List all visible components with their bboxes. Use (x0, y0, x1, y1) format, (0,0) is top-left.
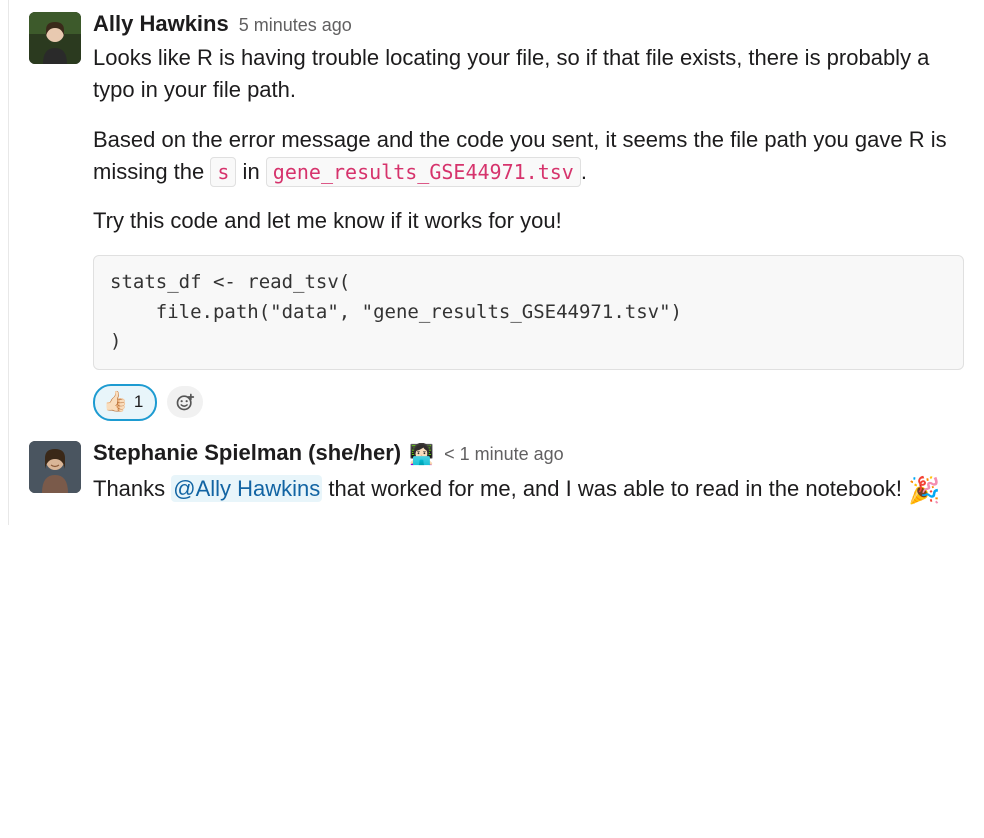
avatar[interactable] (29, 12, 81, 64)
user-mention[interactable]: @Ally Hawkins (171, 475, 322, 502)
text: . (581, 159, 587, 184)
avatar-image-icon (29, 12, 81, 64)
text: that worked for me, and I was able to re… (322, 476, 908, 501)
paragraph: Thanks @Ally Hawkins that worked for me,… (93, 472, 964, 510)
avatar[interactable] (29, 441, 81, 493)
party-popper-icon: 🎉 (908, 475, 940, 505)
add-emoji-icon (175, 392, 195, 412)
code-block: stats_df <- read_tsv( file.path("data", … (93, 255, 964, 369)
author-name[interactable]: Ally Hawkins (93, 8, 229, 40)
message-timestamp[interactable]: < 1 minute ago (444, 441, 564, 467)
message-header: Ally Hawkins 5 minutes ago (93, 8, 964, 40)
paragraph: Try this code and let me know if it work… (93, 205, 964, 237)
message-timestamp[interactable]: 5 minutes ago (239, 12, 352, 38)
message-text: Thanks @Ally Hawkins that worked for me,… (93, 472, 964, 510)
message-text: Looks like R is having trouble locating … (93, 42, 964, 421)
author-name[interactable]: Stephanie Spielman (she/her) 👩🏻‍💻 (93, 437, 434, 470)
inline-code: s (210, 157, 236, 187)
message-body: Ally Hawkins 5 minutes ago Looks like R … (93, 8, 964, 421)
message-header: Stephanie Spielman (she/her) 👩🏻‍💻 < 1 mi… (93, 437, 964, 470)
paragraph: Based on the error message and the code … (93, 124, 964, 188)
avatar-image-icon (29, 441, 81, 493)
message-body: Stephanie Spielman (she/her) 👩🏻‍💻 < 1 mi… (93, 437, 964, 518)
author-status-emoji-icon: 👩🏻‍💻 (409, 444, 434, 466)
message: Ally Hawkins 5 minutes ago Looks like R … (9, 0, 984, 429)
inline-code: gene_results_GSE44971.tsv (266, 157, 581, 187)
reaction-thumbs-up[interactable]: 👍🏻 1 (93, 384, 157, 421)
author-text: Stephanie Spielman (she/her) (93, 440, 401, 465)
reaction-count: 1 (134, 390, 143, 415)
paragraph: Looks like R is having trouble locating … (93, 42, 964, 106)
add-reaction-button[interactable] (167, 386, 203, 418)
text: Thanks (93, 476, 171, 501)
message: Stephanie Spielman (she/her) 👩🏻‍💻 < 1 mi… (9, 429, 984, 526)
thumbs-up-icon: 👍🏻 (103, 388, 128, 417)
reactions-bar: 👍🏻 1 (93, 384, 964, 421)
text: in (236, 159, 265, 184)
